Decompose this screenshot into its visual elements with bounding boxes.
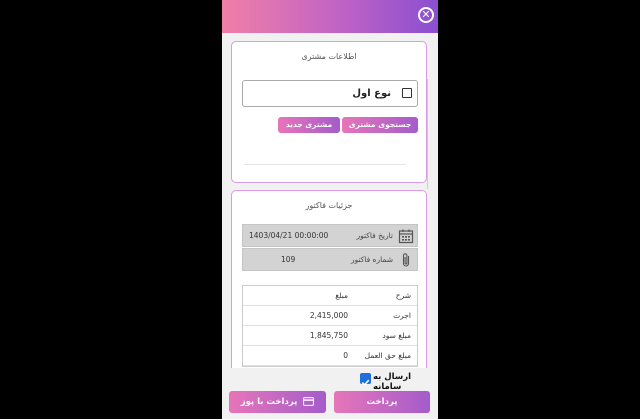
customer-info-card: اطلاعات مشتری نوع اول جستجوی مشتری مشتری… [231, 41, 428, 189]
customer-info-title: اطلاعات مشتری [301, 52, 357, 61]
table-cell-amount: 2,415,000 [309, 311, 348, 320]
table-cell-desc: مبلغ حق العمل [364, 351, 411, 360]
invoice-number-label: شماره فاکتور [350, 255, 393, 264]
pos-pay-label: پرداخت با پوز [240, 397, 298, 407]
table-row: مبلغ سود 1,845,750 [243, 326, 417, 346]
invoice-details-title: جزئیات فاکتور [305, 201, 353, 210]
invoice-number-value: 109 [281, 255, 296, 264]
header-bar: ✕ [222, 0, 438, 33]
table-header-amount: مبلغ [335, 291, 348, 300]
table-cell-desc: مبلغ سود [382, 331, 411, 340]
invoice-date-row: تاریخ فاکتور 1403/04/21 00:00:00 [242, 224, 418, 247]
table-cell-amount: 1,845,750 [309, 331, 348, 340]
bottom-bar: ارسال به سامانه پرداخت پرداخت با پوز [222, 368, 438, 419]
send-to-system-checkbox[interactable] [360, 373, 371, 386]
table-header-desc: شرح [395, 291, 411, 300]
customer-type-box[interactable]: نوع اول [242, 80, 418, 107]
pay-button[interactable]: پرداخت [334, 391, 430, 413]
customer-type-checkbox[interactable] [402, 88, 412, 98]
calendar-icon [398, 229, 414, 244]
customer-type-label: نوع اول [352, 88, 391, 99]
table-header-row: شرح مبلغ [243, 286, 417, 306]
table-cell-desc: اجرت [393, 311, 411, 320]
credit-card-icon [303, 397, 315, 406]
search-customer-button[interactable]: جستجوی مشتری [342, 117, 418, 133]
scroll-edge [427, 79, 432, 189]
invoice-table: شرح مبلغ اجرت 2,415,000 مبلغ سود 1,845,7… [242, 285, 418, 367]
invoice-date-label: تاریخ فاکتور [356, 231, 393, 240]
divider [244, 164, 406, 165]
invoice-number-row: شماره فاکتور 109 [242, 248, 418, 271]
send-to-system-label: ارسال به سامانه [373, 372, 412, 392]
new-customer-button[interactable]: مشتری جدید [278, 117, 340, 133]
close-icon[interactable]: ✕ [418, 7, 434, 23]
table-row: مبلغ حق العمل 0 [243, 346, 417, 366]
table-cell-amount: 0 [343, 351, 348, 360]
paperclip-icon [402, 253, 410, 267]
invoice-date-value: 1403/04/21 00:00:00 [249, 231, 329, 240]
app-screen: ✕ اطلاعات مشتری نوع اول جستجوی مشتری مشت… [222, 0, 438, 419]
pos-pay-button[interactable]: پرداخت با پوز [229, 391, 326, 413]
check-icon [361, 379, 370, 386]
table-row: اجرت 2,415,000 [243, 306, 417, 326]
